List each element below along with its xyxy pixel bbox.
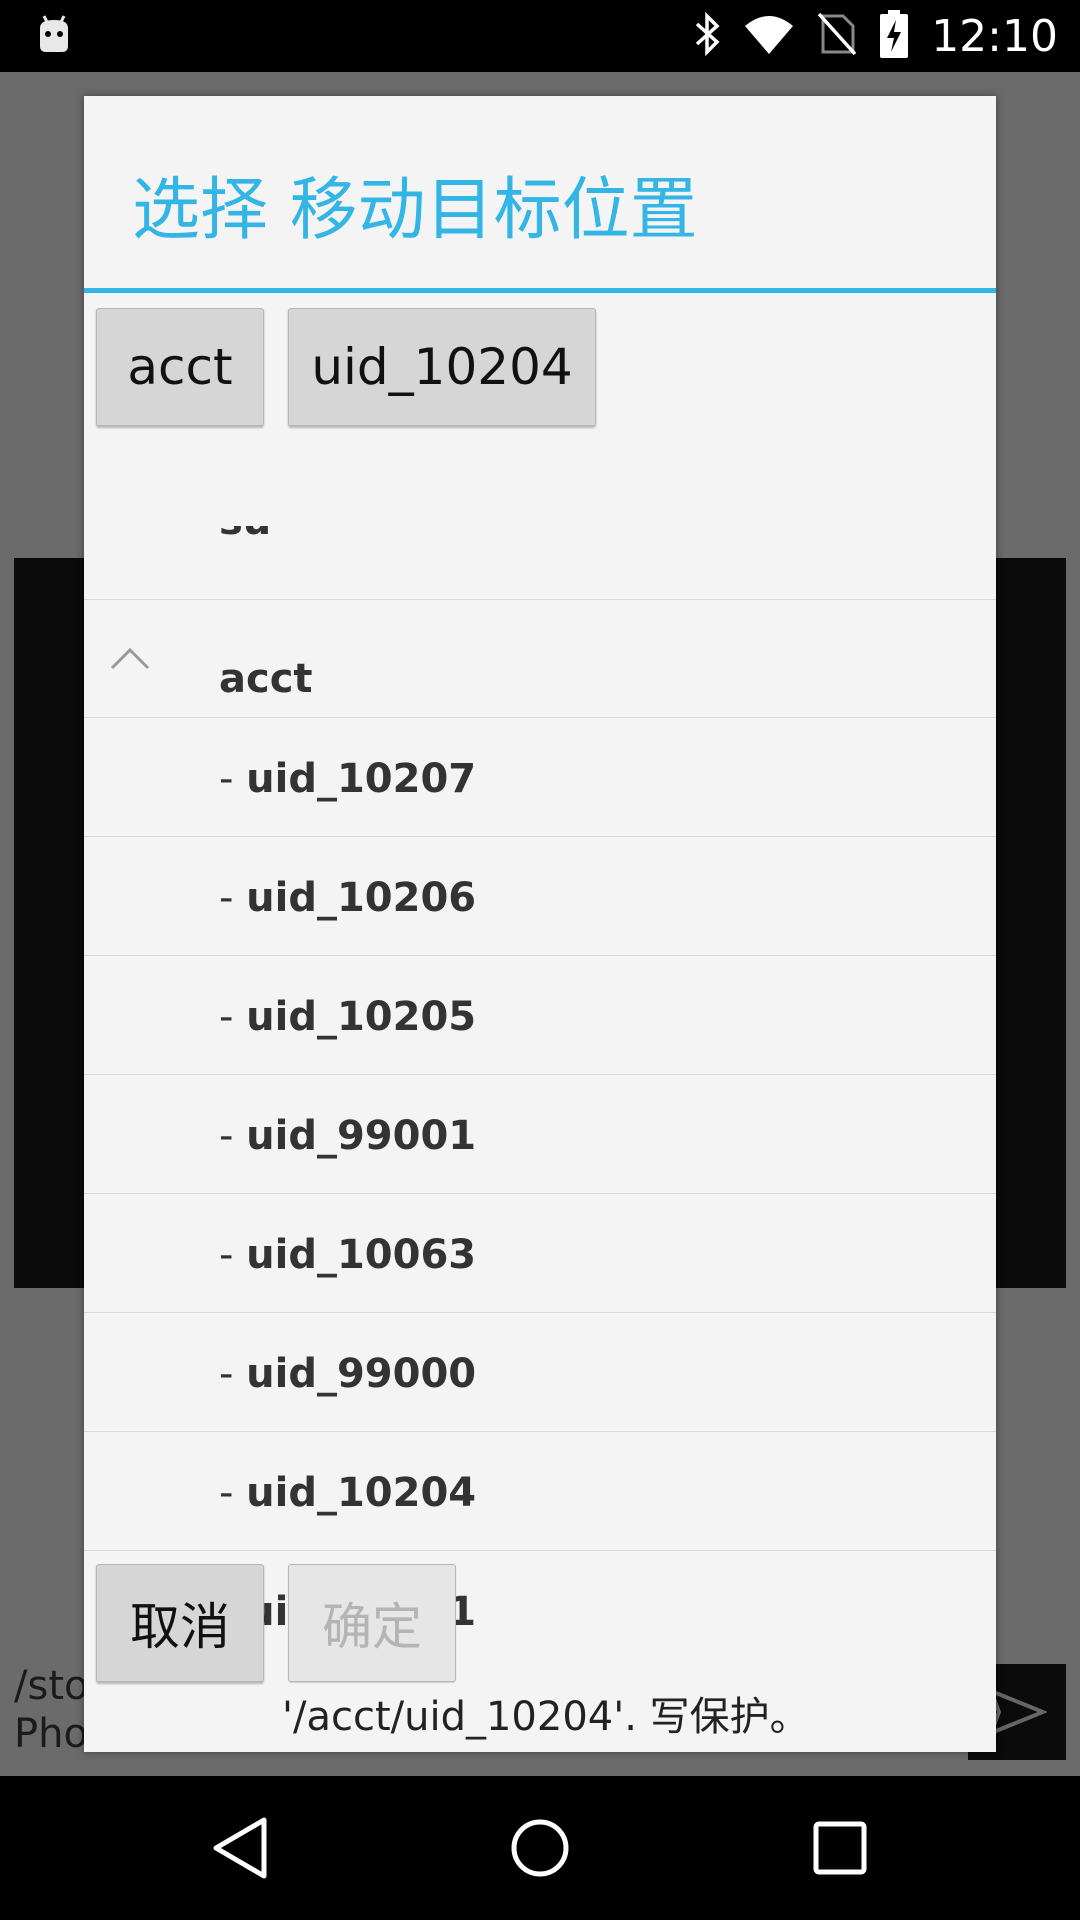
folder-name: uid_10204 xyxy=(246,1470,477,1516)
battery-charging-icon xyxy=(879,10,909,62)
breadcrumb: acct uid_10204 xyxy=(96,308,596,426)
breadcrumb-uid-button[interactable]: uid_10204 xyxy=(288,308,596,426)
collapse-chevron-icon xyxy=(110,646,150,674)
folder-name: uid_10063 xyxy=(246,1232,477,1278)
home-icon[interactable] xyxy=(504,1812,576,1884)
clock: 12:10 xyxy=(931,10,1058,62)
breadcrumb-acct-button[interactable]: acct xyxy=(96,308,264,426)
status-bar: 12:10 xyxy=(0,0,1080,72)
cancel-button[interactable]: 取消 xyxy=(96,1564,264,1682)
list-item-partial[interactable]: su xyxy=(219,526,271,544)
list-item[interactable]: - uid_10205 xyxy=(84,955,996,1074)
list-item[interactable]: - uid_10204 xyxy=(84,1431,996,1550)
recents-icon[interactable] xyxy=(804,1812,876,1884)
title-divider xyxy=(84,288,996,293)
navigation-bar xyxy=(0,1776,1080,1920)
parent-folder-row[interactable]: acct xyxy=(84,599,996,718)
folder-name: uid_10206 xyxy=(246,875,477,921)
folder-name: uid_10207 xyxy=(246,756,477,802)
list-item[interactable]: - uid_99001 xyxy=(84,1074,996,1193)
write-protect-status: '/acct/uid_10204'. 写保护。 xyxy=(282,1694,810,1740)
list-item[interactable]: - uid_99000 xyxy=(84,1312,996,1431)
folder-name: uid_10205 xyxy=(246,994,477,1040)
folder-list[interactable]: su acct - uid_10207 - uid_10206 - uid_10… xyxy=(84,526,996,1650)
folder-name: uid_99000 xyxy=(246,1351,477,1397)
move-target-dialog: 选择 移动目标位置 acct uid_10204 su acct - uid_1… xyxy=(84,96,996,1752)
parent-folder-label: acct xyxy=(219,656,313,702)
android-debug-icon xyxy=(36,14,72,58)
dialog-title: 选择 移动目标位置 xyxy=(132,171,698,250)
list-item[interactable]: - uid_10063 xyxy=(84,1193,996,1312)
bluetooth-icon xyxy=(693,11,721,60)
list-item[interactable]: - uid_10207 xyxy=(84,717,996,836)
list-item[interactable]: - uid_10206 xyxy=(84,836,996,955)
wifi-icon xyxy=(743,14,795,58)
no-sim-icon xyxy=(817,12,857,60)
back-icon[interactable] xyxy=(204,1812,276,1884)
confirm-button[interactable]: 确定 xyxy=(288,1564,456,1682)
folder-name: uid_99001 xyxy=(246,1113,477,1159)
dialog-actions: 取消 确定 xyxy=(96,1564,456,1682)
